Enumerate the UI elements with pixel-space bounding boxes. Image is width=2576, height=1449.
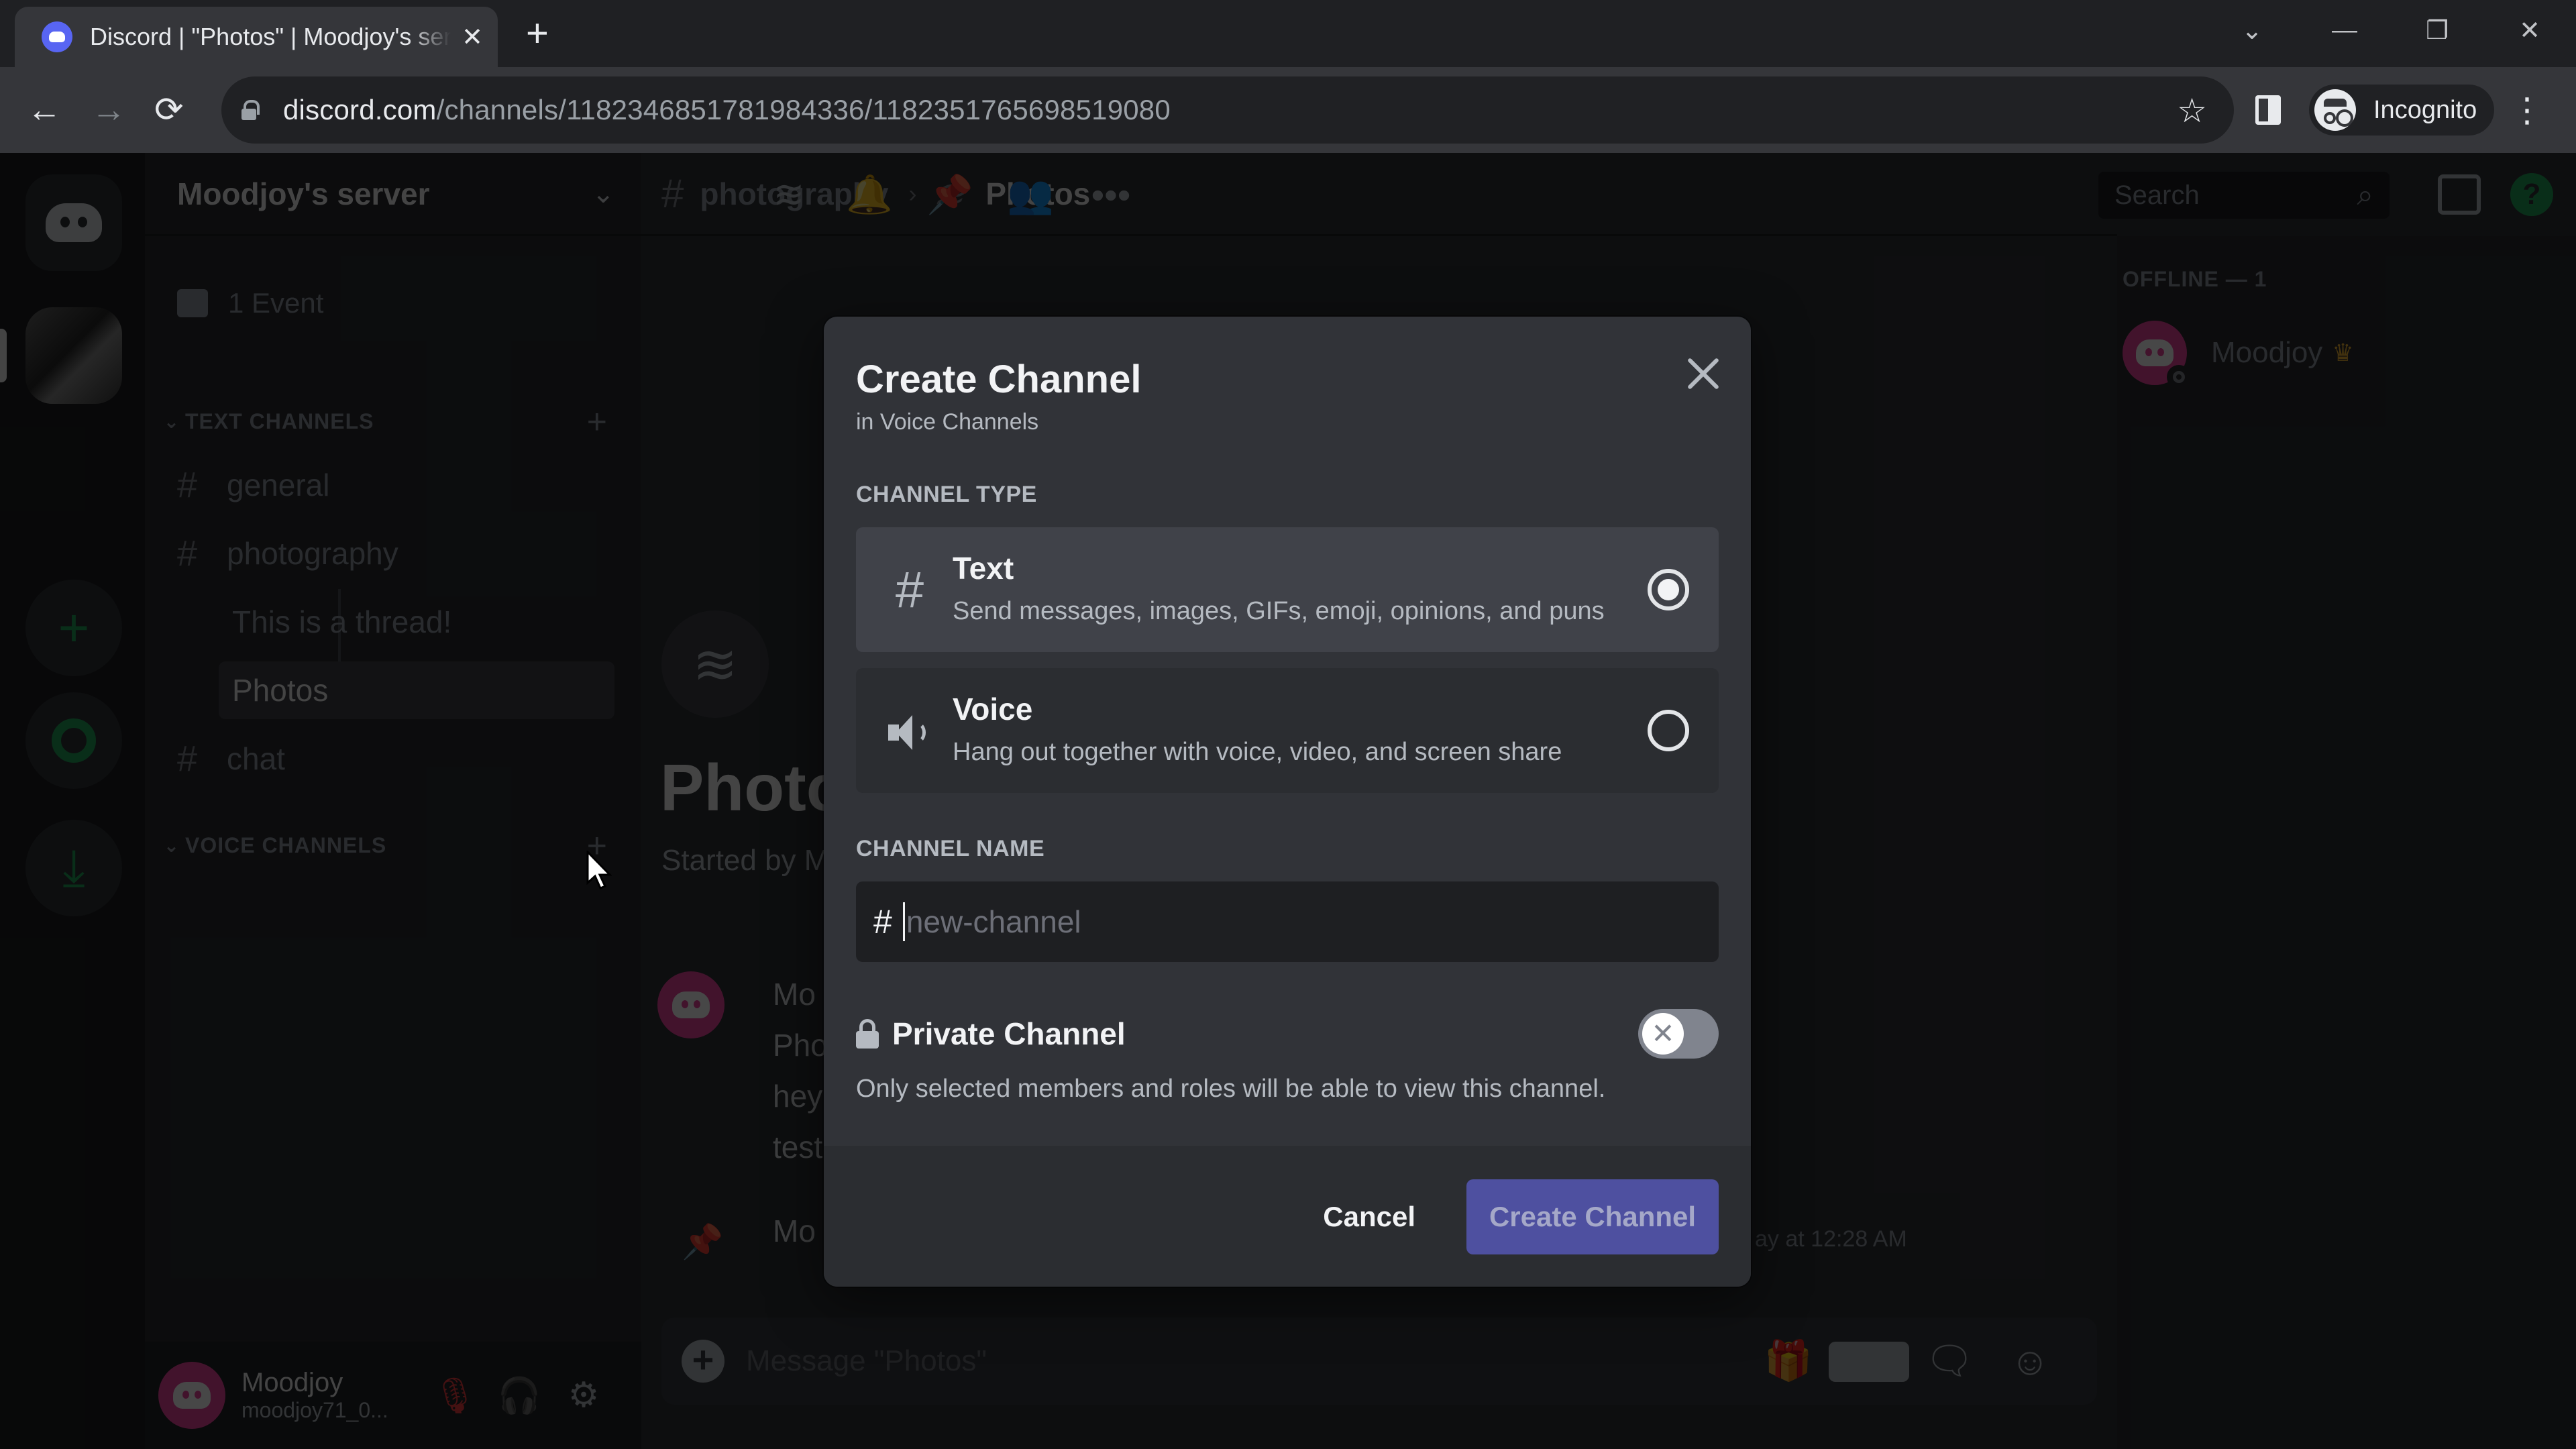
url-text[interactable]: discord.com/channels/1182346851781984336… [283,94,1171,126]
channel-name-input-wrapper[interactable]: # [856,881,1719,962]
site-lock-icon[interactable] [241,100,260,120]
discord-favicon-icon [42,21,72,52]
channel-name-input[interactable] [902,902,1719,941]
channel-type-label: CHANNEL TYPE [856,482,1037,507]
hash-icon: # [873,903,892,941]
channel-type-name: Text [953,551,1014,586]
private-channel-description: Only selected members and roles will be … [856,1075,1606,1103]
modal-subtitle: in Voice Channels [856,409,1039,435]
address-bar[interactable]: discord.com/channels/1182346851781984336… [221,76,2234,144]
incognito-label: Incognito [2373,95,2477,124]
modal-footer: Cancel Create Channel [824,1146,1751,1287]
side-panel-icon[interactable] [2255,95,2281,125]
radio-voice-unselected[interactable] [1648,710,1689,751]
channel-type-text-option[interactable]: # Text Send messages, images, GIFs, emoj… [856,527,1719,652]
modal-title: Create Channel [856,358,1142,401]
forward-icon[interactable]: → [91,90,126,130]
private-channel-label: Private Channel [892,1016,1126,1051]
channel-type-description: Send messages, images, GIFs, emoji, opin… [953,597,1605,625]
url-path: /channels/1182346851781984336/1182351765… [436,94,1171,125]
incognito-profile-button[interactable]: Incognito [2309,85,2495,136]
tab-close-icon[interactable]: ✕ [462,22,483,52]
window-close-icon[interactable]: ✕ [2483,15,2576,46]
browser-menu-icon[interactable]: ⋮ [2510,90,2544,130]
create-channel-button[interactable]: Create Channel [1466,1179,1719,1254]
radio-text-selected[interactable] [1648,569,1689,610]
window-controls: ⌄ — ❐ ✕ [2206,0,2576,60]
channel-type-description: Hang out together with voice, video, and… [953,738,1562,766]
tab-search-icon[interactable]: ⌄ [2206,15,2298,46]
channel-type-voice-option[interactable]: Voice Hang out together with voice, vide… [856,668,1719,793]
tab-title: Discord | "Photos" | Moodjoy's server [90,23,451,50]
new-tab-button[interactable]: + [526,13,549,54]
private-channel-toggle[interactable]: ✕ [1638,1009,1719,1059]
browser-toolbar: ← → ⟳ discord.com/channels/1182346851781… [0,67,2576,153]
restore-icon[interactable]: ❐ [2391,15,2483,46]
channel-name-label: CHANNEL NAME [856,836,1045,861]
private-channel-row: Private Channel ✕ [856,1004,1719,1064]
incognito-icon [2314,89,2356,131]
lock-icon [856,1019,879,1049]
close-icon[interactable] [1680,350,1727,397]
bookmark-star-icon[interactable]: ☆ [2177,91,2207,130]
speaker-icon [888,714,928,751]
browser-tab-active[interactable]: Discord | "Photos" | Moodjoy's server ✕ [15,7,498,67]
create-channel-modal: Create Channel in Voice Channels CHANNEL… [824,317,1751,1287]
reload-icon[interactable]: ⟳ [154,90,184,130]
minimize-icon[interactable]: — [2298,16,2391,45]
url-host: discord.com [283,94,437,125]
back-icon[interactable]: ← [27,90,62,130]
toggle-off-x-icon: ✕ [1642,1013,1684,1055]
channel-type-name: Voice [953,692,1033,727]
cancel-button[interactable]: Cancel [1303,1179,1436,1254]
hash-icon: # [895,561,924,619]
browser-tabstrip: Discord | "Photos" | Moodjoy's server ✕ … [0,0,2576,67]
